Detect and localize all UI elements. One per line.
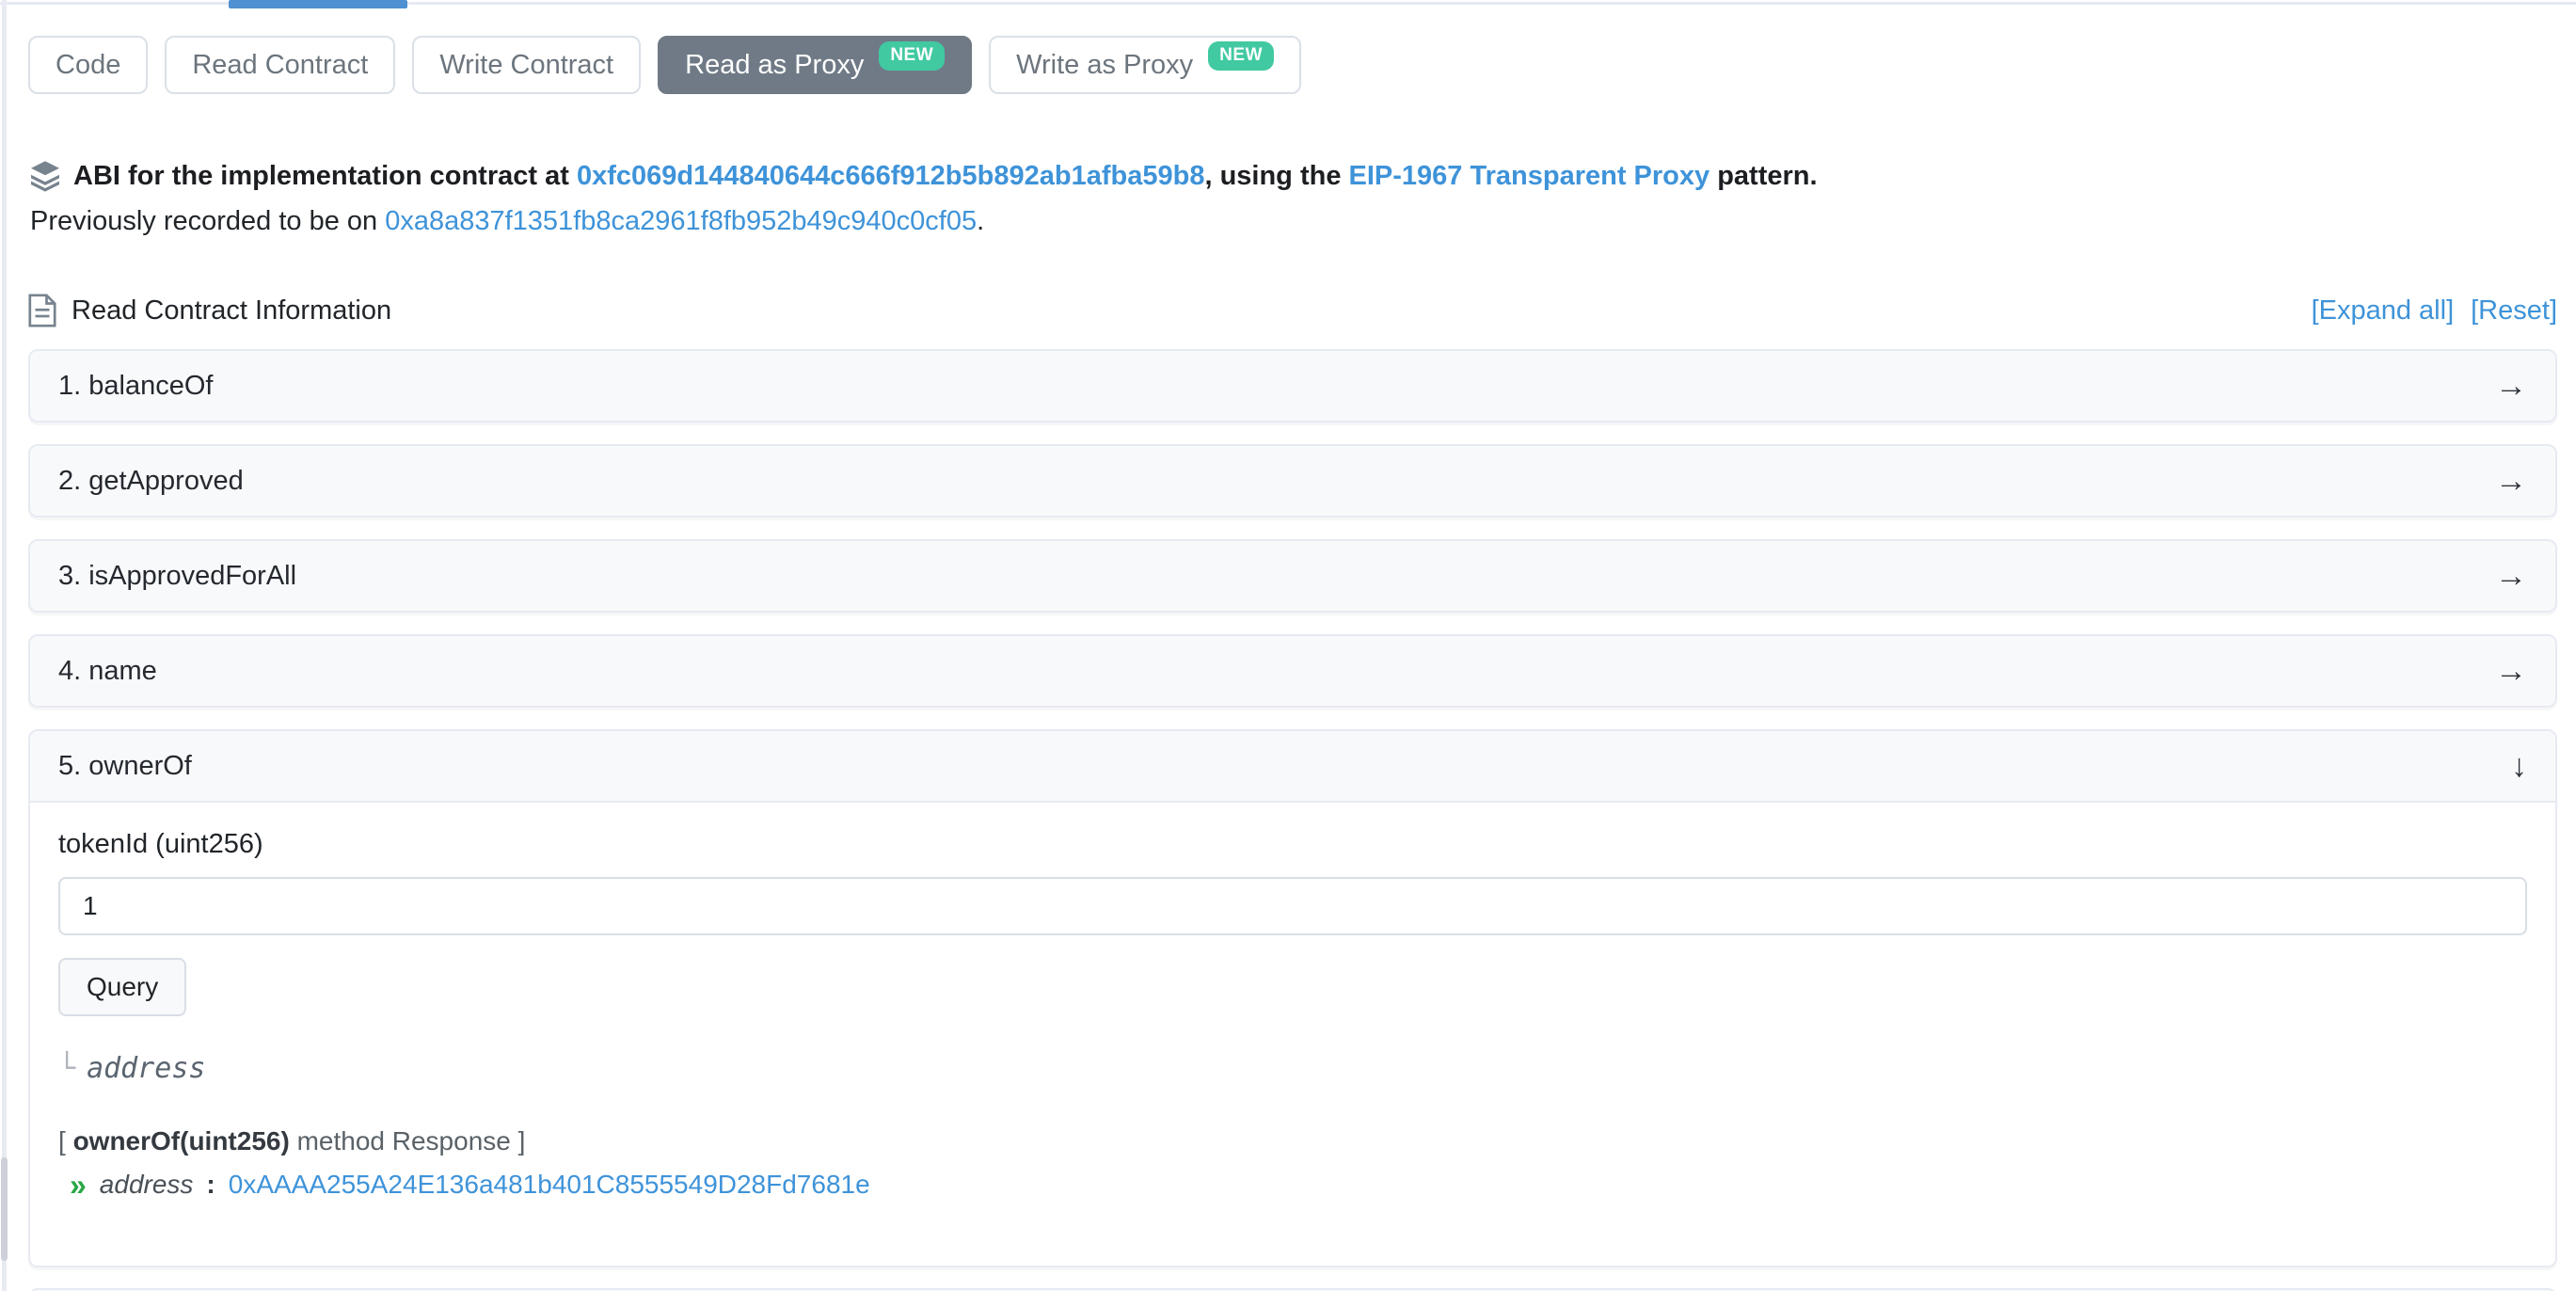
response-method-signature: ownerOf(uint256) <box>73 1126 290 1156</box>
method-response-header: [ ownerOf(uint256) method Response ] <box>58 1126 2527 1156</box>
layers-icon <box>28 159 62 193</box>
tab-write-contract-label: Write Contract <box>439 50 613 81</box>
method-card-balanceOf: 1. balanceOf → <box>28 349 2557 422</box>
implementation-address-link[interactable]: 0xfc069d144840644c666f912b5b892ab1afba59… <box>577 161 1205 191</box>
double-chevron-icon: » <box>70 1171 87 1198</box>
line2-period: . <box>977 206 984 236</box>
method-card-name: 4. name → <box>28 634 2557 708</box>
method-header-isApprovedForAll[interactable]: 3. isApprovedForAll → <box>30 541 2555 611</box>
method-title: 5. ownerOf <box>58 751 192 782</box>
proxy-abi-note: ABI for the implementation contract at 0… <box>28 154 2557 243</box>
proxy-abi-line2: Previously recorded to be on 0xa8a837f13… <box>28 199 2557 243</box>
method-header-getApproved[interactable]: 2. getApproved → <box>30 446 2555 516</box>
tab-write-as-proxy[interactable]: Write as Proxy NEW <box>989 36 1301 94</box>
tab-read-as-proxy[interactable]: Read as Proxy NEW <box>658 36 972 94</box>
contract-subtabs: Code Read Contract Write Contract Read a… <box>28 0 2557 94</box>
method-card-ownerOf: 5. ownerOf ↓ tokenId (uint256) Query └ a… <box>28 729 2557 1267</box>
tab-read-as-proxy-label: Read as Proxy <box>685 50 864 81</box>
reset-link[interactable]: [Reset] <box>2471 295 2557 327</box>
tab-read-contract[interactable]: Read Contract <box>165 36 395 94</box>
section-actions: [Expand all] [Reset] <box>2312 295 2557 327</box>
new-badge: NEW <box>1208 41 1274 71</box>
response-close-bracket: ] <box>518 1126 526 1156</box>
previously-recorded-text: Previously recorded to be on <box>30 206 377 236</box>
result-type-label: address <box>100 1170 194 1200</box>
method-title: 4. name <box>58 656 157 687</box>
method-title: 3. isApprovedForAll <box>58 561 296 592</box>
response-label: method Response <box>297 1126 511 1156</box>
tab-write-contract[interactable]: Write Contract <box>412 36 641 94</box>
tokenid-input[interactable] <box>58 877 2527 935</box>
abi-bold-prefix: ABI for the implementation contract at <box>73 161 569 191</box>
arrow-down-icon: ↓ <box>2511 750 2527 782</box>
arrow-right-icon: → <box>2495 465 2527 497</box>
section-title-group: Read Contract Information <box>28 294 391 327</box>
corner-icon: └ <box>58 1052 75 1085</box>
response-result-row: » address : 0xAAAA255A24E136a481b401C855… <box>70 1170 2527 1200</box>
output-type-row: └ address <box>58 1052 2527 1085</box>
abi-bold-suffix: pattern. <box>1717 161 1817 191</box>
proxy-abi-line1: ABI for the implementation contract at 0… <box>28 154 2557 198</box>
method-header-ownerOf[interactable]: 5. ownerOf ↓ <box>30 731 2555 803</box>
document-icon <box>28 294 56 327</box>
result-separator: : <box>206 1170 215 1200</box>
previous-address-link[interactable]: 0xa8a837f1351fb8ca2961f8fb952b49c940c0cf… <box>385 206 977 236</box>
arrow-right-icon: → <box>2495 370 2527 402</box>
arrow-right-icon: → <box>2495 560 2527 592</box>
result-address-link[interactable]: 0xAAAA255A24E136a481b401C8555549D28Fd768… <box>229 1170 870 1200</box>
section-title: Read Contract Information <box>72 295 391 327</box>
method-card-getApproved: 2. getApproved → <box>28 444 2557 518</box>
abi-note-text: ABI for the implementation contract at 0… <box>73 154 1818 198</box>
query-button[interactable]: Query <box>58 958 186 1016</box>
arrow-right-icon: → <box>2495 655 2527 687</box>
tab-read-contract-label: Read Contract <box>192 50 368 81</box>
method-title: 2. getApproved <box>58 466 244 497</box>
tokenid-param-label: tokenId (uint256) <box>58 829 2527 860</box>
tab-code[interactable]: Code <box>28 36 148 94</box>
method-header-name[interactable]: 4. name → <box>30 636 2555 706</box>
tab-code-label: Code <box>56 50 120 81</box>
tab-write-as-proxy-label: Write as Proxy <box>1016 50 1193 81</box>
response-open-bracket: [ <box>58 1126 66 1156</box>
method-body-ownerOf: tokenId (uint256) Query └ address [ owne… <box>30 803 2555 1266</box>
eip1967-pattern-link[interactable]: EIP-1967 Transparent Proxy <box>1349 161 1710 191</box>
new-badge: NEW <box>879 41 945 71</box>
expand-all-link[interactable]: [Expand all] <box>2312 295 2455 327</box>
method-header-balanceOf[interactable]: 1. balanceOf → <box>30 351 2555 421</box>
method-card-isApprovedForAll: 3. isApprovedForAll → <box>28 539 2557 613</box>
contract-tab-panel: Code Read Contract Write Contract Read a… <box>0 0 2576 1291</box>
abi-bold-middle: , using the <box>1204 161 1341 191</box>
read-contract-section-header: Read Contract Information [Expand all] [… <box>28 294 2557 327</box>
method-title: 1. balanceOf <box>58 371 213 402</box>
output-type-label: address <box>87 1052 205 1085</box>
